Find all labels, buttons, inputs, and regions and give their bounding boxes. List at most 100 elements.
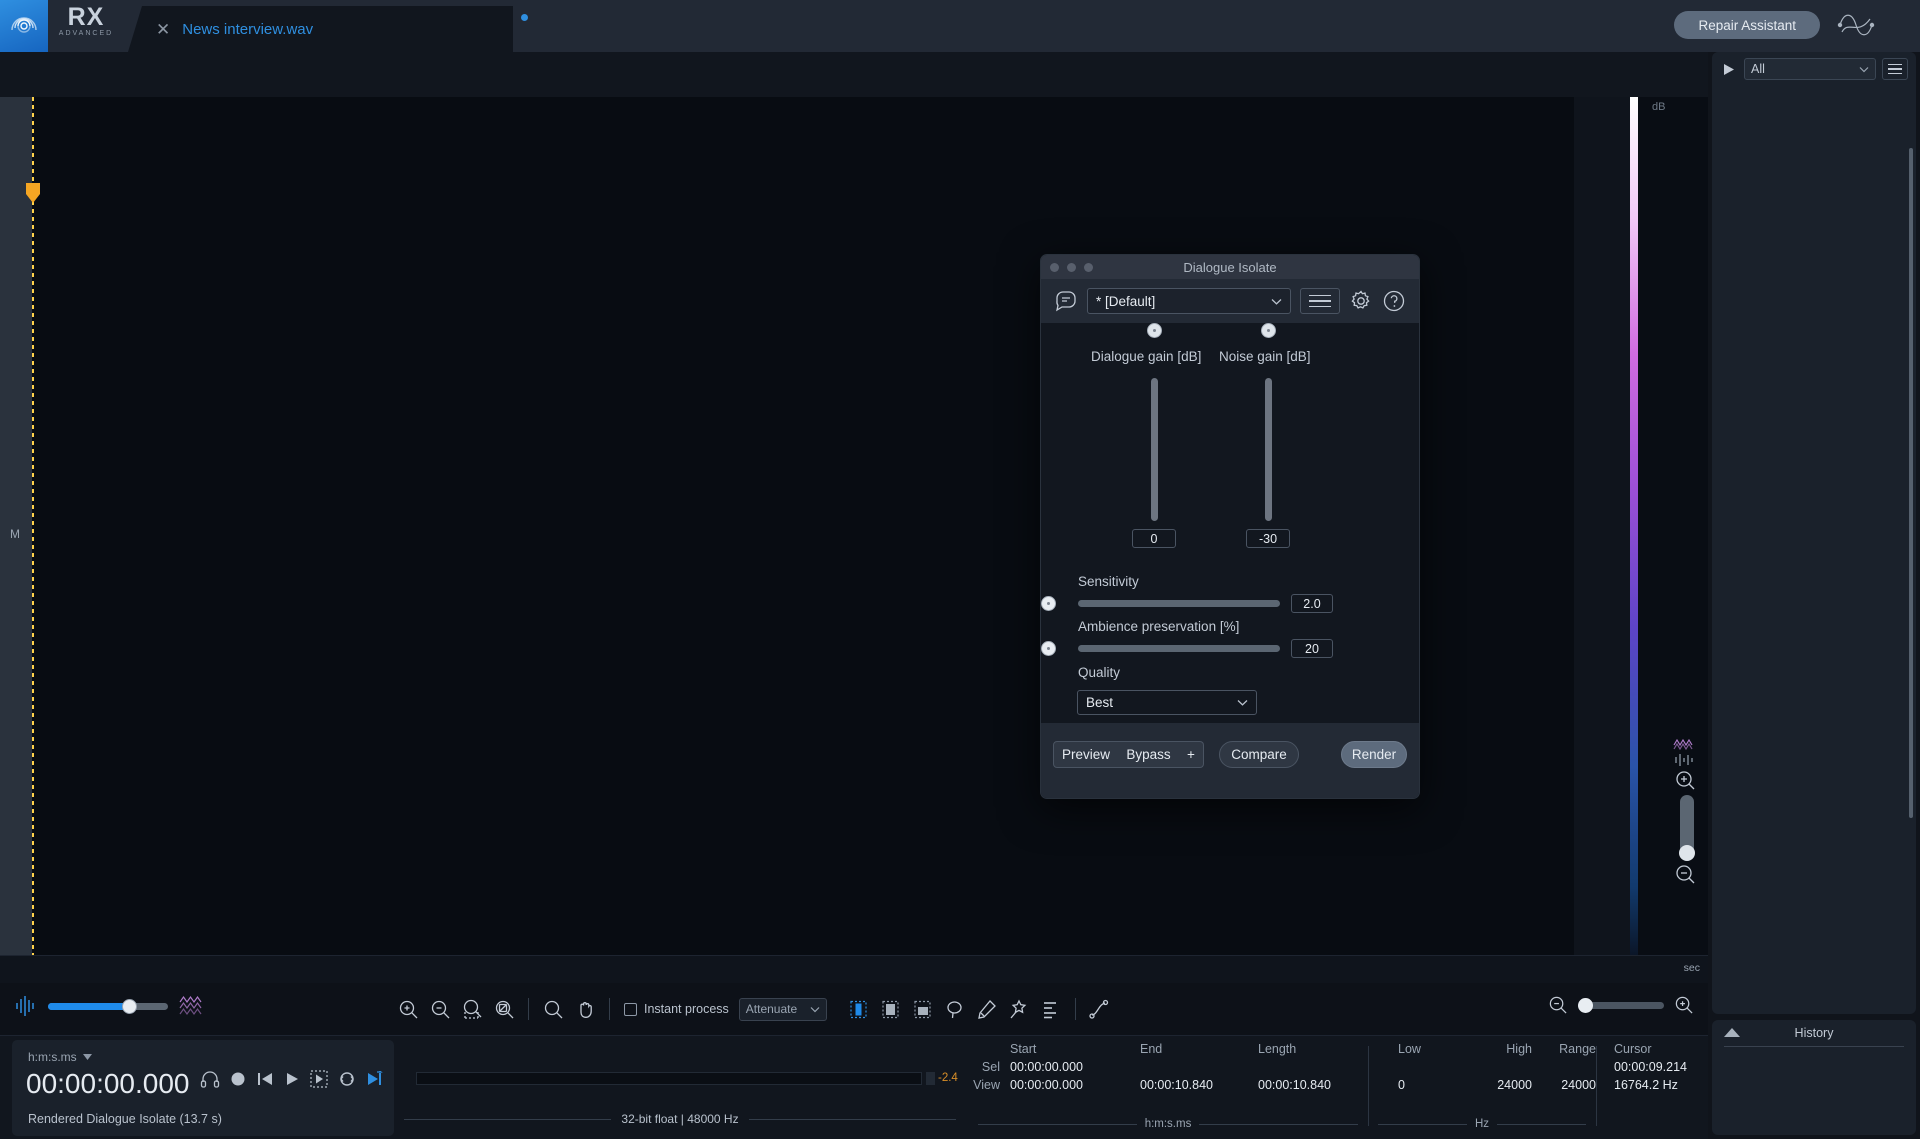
- pen-path-tool-icon[interactable]: [1084, 993, 1116, 1025]
- help-question-icon[interactable]: [1382, 289, 1406, 313]
- render-status-text: Rendered Dialogue Isolate (13.7 s): [28, 1112, 222, 1126]
- sensitivity-slider-knob[interactable]: [1041, 596, 1056, 611]
- close-icon[interactable]: ✕: [156, 21, 170, 38]
- lasso-selection-tool-icon[interactable]: [939, 993, 971, 1025]
- dialogue-gain-value[interactable]: 0: [1132, 529, 1176, 548]
- zoom-out-icon[interactable]: [424, 993, 456, 1025]
- hamburger-menu-icon[interactable]: [1882, 58, 1908, 80]
- repair-assistant-button[interactable]: Repair Assistant: [1674, 11, 1820, 39]
- close-window-icon[interactable]: [1050, 263, 1059, 272]
- quality-select[interactable]: Best: [1077, 690, 1257, 715]
- instant-process-checkbox[interactable]: [624, 1002, 637, 1016]
- attenuate-mode-select[interactable]: Attenuate: [738, 997, 827, 1021]
- sensitivity-value[interactable]: 2.0: [1291, 594, 1333, 613]
- zoom-out-icon[interactable]: [1548, 995, 1568, 1015]
- magic-wand-selection-tool-icon[interactable]: [1003, 993, 1035, 1025]
- add-preview-button[interactable]: +: [1179, 741, 1204, 768]
- zoom-in-icon[interactable]: [392, 993, 424, 1025]
- dialog-title: Dialogue Isolate: [1183, 259, 1277, 275]
- ambience-value[interactable]: 20: [1291, 639, 1333, 658]
- zoom-in-icon[interactable]: [1672, 769, 1698, 791]
- gain-slider-track[interactable]: [48, 998, 168, 1014]
- instant-process-toggle[interactable]: Instant process: [624, 1002, 729, 1016]
- sel-range: [1532, 1058, 1596, 1076]
- gear-icon[interactable]: [1349, 289, 1373, 313]
- play-selection-icon[interactable]: [310, 1070, 328, 1088]
- zoom-slider-knob[interactable]: [1679, 845, 1695, 861]
- maximize-window-icon[interactable]: [1084, 263, 1093, 272]
- hand-pan-tool-icon[interactable]: [569, 993, 601, 1025]
- dialogue-gain-slider-knob[interactable]: [1147, 323, 1162, 338]
- channel-label: M: [10, 527, 20, 541]
- dialogue-gain-slider-track[interactable]: [1151, 378, 1158, 521]
- ambience-slider-track[interactable]: [1078, 645, 1280, 652]
- caret-up-icon[interactable]: [1724, 1028, 1740, 1037]
- divider: [1199, 1123, 1359, 1125]
- zoom-to-selection-icon[interactable]: [456, 993, 488, 1025]
- noise-gain-value[interactable]: -30: [1246, 529, 1290, 548]
- history-title: History: [1794, 1026, 1834, 1040]
- spectrogram-zoom-slider[interactable]: [1679, 795, 1695, 861]
- spectrogram-density-icon[interactable]: [1672, 735, 1698, 751]
- channel-strip[interactable]: M: [0, 97, 32, 955]
- time-ruler-unit: sec: [1683, 962, 1700, 974]
- zoom-out-icon[interactable]: [1672, 863, 1698, 885]
- playhead-marker-icon[interactable]: [24, 182, 44, 204]
- meter-peak-block: [926, 1072, 935, 1085]
- go-to-start-icon[interactable]: [256, 1071, 274, 1087]
- zoom-in-icon[interactable]: [1674, 995, 1694, 1015]
- frequency-selection-tool-icon[interactable]: [875, 993, 907, 1025]
- sel-cursor: 00:00:09.214: [1614, 1060, 1687, 1074]
- bypass-button[interactable]: Bypass: [1118, 741, 1180, 768]
- record-icon[interactable]: [230, 1071, 246, 1087]
- time-frequency-selection-tool-icon[interactable]: [907, 993, 939, 1025]
- preview-button[interactable]: Preview: [1053, 741, 1119, 768]
- col-end: End: [1140, 1042, 1163, 1056]
- spectrogram-mix-icon[interactable]: [178, 994, 208, 1018]
- brush-selection-tool-icon[interactable]: [971, 993, 1003, 1025]
- chevron-down-icon: [1271, 298, 1282, 305]
- divider-right: [748, 1118, 956, 1120]
- minimize-window-icon[interactable]: [1067, 263, 1076, 272]
- preset-select[interactable]: * [Default]: [1087, 288, 1291, 314]
- frequency-axis: [1574, 97, 1630, 955]
- play-icon[interactable]: [284, 1071, 300, 1087]
- top-bar: RX ADVANCED ✕ News interview.wav Repair …: [0, 0, 1920, 52]
- level-meter-bar: [416, 1072, 922, 1085]
- time-selection-tool-icon[interactable]: [843, 993, 875, 1025]
- preset-menu-icon[interactable]: [1300, 288, 1340, 314]
- time-ruler[interactable]: sec: [0, 955, 1708, 983]
- sensitivity-slider-track[interactable]: [1078, 600, 1280, 607]
- dialog-titlebar[interactable]: Dialogue Isolate: [1041, 255, 1419, 279]
- time-format-selector[interactable]: h:m:s.ms: [28, 1050, 92, 1064]
- zoom-reset-icon[interactable]: [488, 993, 520, 1025]
- headphones-monitor-icon[interactable]: [200, 1070, 220, 1088]
- render-button[interactable]: Render: [1341, 741, 1407, 768]
- noise-gain-slider-knob[interactable]: [1261, 323, 1276, 338]
- noise-gain-slider-track[interactable]: [1265, 378, 1272, 521]
- play-to-end-icon[interactable]: [366, 1071, 384, 1087]
- spectrogram-zoom-controls[interactable]: [1672, 735, 1702, 885]
- view-range: 24000: [1561, 1078, 1596, 1092]
- waveform-swirl-icon[interactable]: [1836, 10, 1878, 40]
- play-module-icon[interactable]: [1720, 63, 1738, 76]
- timecode-display[interactable]: 00:00:00.000: [26, 1068, 190, 1100]
- harmonic-selection-tool-icon[interactable]: [1035, 993, 1067, 1025]
- magnifier-tool-icon[interactable]: [537, 993, 569, 1025]
- loop-icon[interactable]: [338, 1070, 356, 1088]
- waveform-density-icon[interactable]: [1672, 753, 1698, 767]
- horizontal-zoom-slider-knob[interactable]: [1578, 997, 1593, 1013]
- comment-bubble-icon[interactable]: [1054, 289, 1078, 313]
- ambience-slider-knob[interactable]: [1041, 641, 1056, 656]
- module-filter-select[interactable]: All: [1744, 58, 1876, 80]
- spectrogram-gain-control[interactable]: [14, 994, 208, 1018]
- gain-slider-knob[interactable]: [122, 998, 137, 1014]
- view-cursor: 16764.2 Hz: [1614, 1078, 1678, 1092]
- file-tab[interactable]: ✕ News interview.wav: [128, 6, 513, 52]
- horizontal-zoom-control[interactable]: [1548, 995, 1694, 1015]
- playhead-line: [32, 97, 34, 955]
- horizontal-zoom-slider-track[interactable]: [1578, 997, 1664, 1013]
- compare-button[interactable]: Compare: [1219, 741, 1299, 768]
- table-row: Sel 00:00:00.000 00:00:09.214: [964, 1058, 1687, 1076]
- module-list-scrollbar[interactable]: [1909, 148, 1913, 818]
